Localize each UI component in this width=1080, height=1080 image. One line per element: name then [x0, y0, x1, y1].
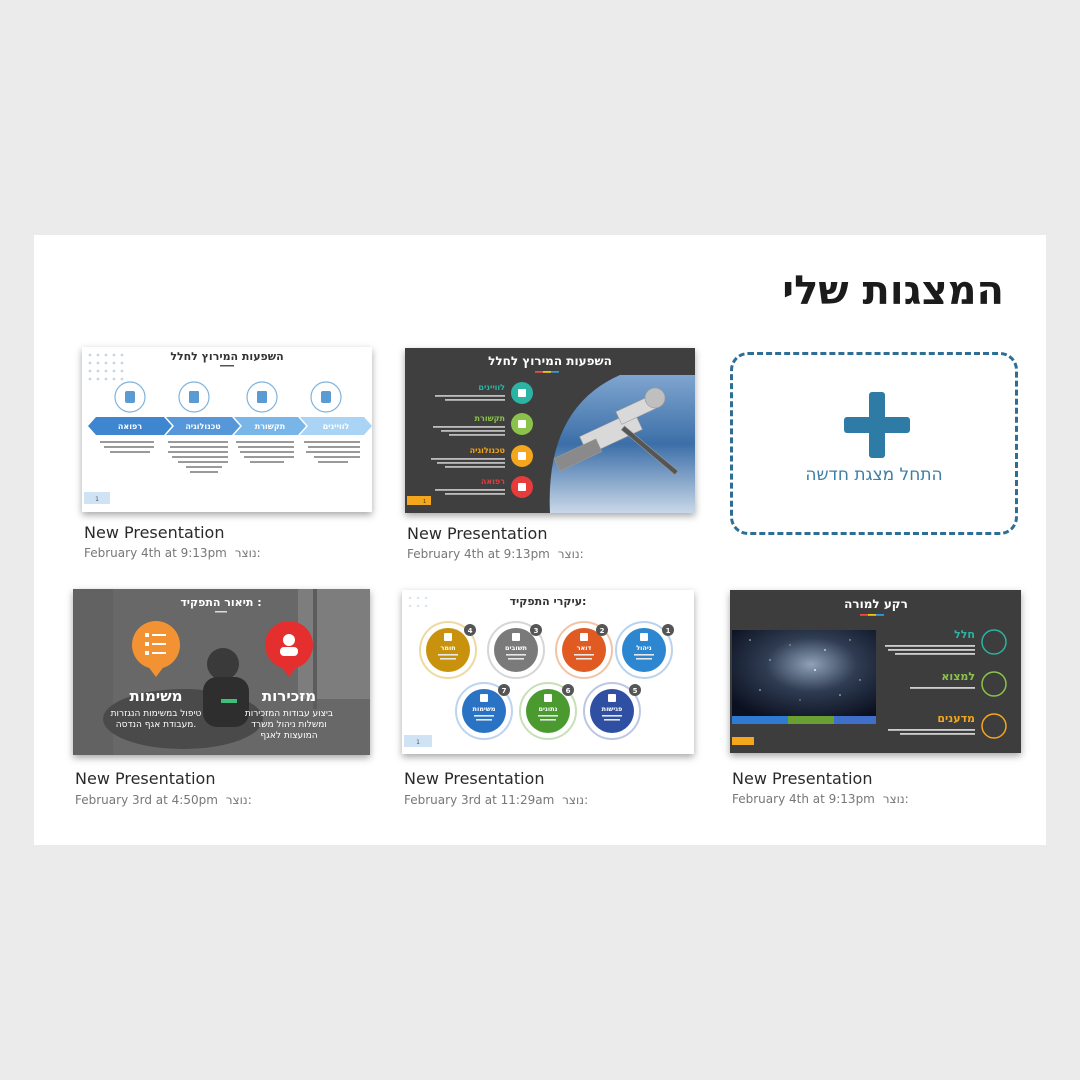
item-heading: לוויינים [478, 383, 505, 392]
slide-page-number: 1 [95, 496, 99, 503]
item-heading: מדענים [937, 712, 975, 725]
presentation-name[interactable]: New Presentation [75, 769, 215, 788]
circle-number: 6 [566, 687, 571, 695]
slide-preview-role: תיאור התפקיד : מזכירות ביצוע עבודות המזכ… [73, 589, 370, 755]
item-text: המועצות לאגף [260, 731, 317, 741]
arrow-label: תקשורת [255, 422, 285, 431]
circle-label: נתונים [538, 705, 557, 713]
slide-thumbnail[interactable]: תיאור התפקיד : מזכירות ביצוע עבודות המזכ… [73, 589, 370, 755]
item-text: טיפול במשימות הנגזרות [111, 709, 202, 719]
created-date: February 4th at 9:13pm [407, 547, 550, 561]
arrow-label: רפואה [118, 422, 142, 431]
item-heading: טכנולוגיה [470, 446, 505, 455]
created-date: February 4th at 9:13pm [84, 546, 227, 560]
presentation-created: February 4th at 9:13pm נוצר: [407, 547, 584, 561]
created-label: נוצר: [225, 793, 252, 807]
presentation-created: February 4th at 9:13pm נוצר: [732, 792, 909, 806]
circle-number: 4 [468, 627, 473, 635]
new-presentation-label: התחל מצגת חדשה [805, 465, 943, 485]
slide-thumbnail[interactable]: רקע למורה חלל למצוא מדענים [730, 590, 1021, 753]
created-date: February 3rd at 4:50pm [75, 793, 218, 807]
circle-label: חומר [440, 644, 455, 652]
circle-number: 7 [502, 687, 507, 695]
item-heading: משימות [130, 687, 183, 705]
presentation-name[interactable]: New Presentation [732, 769, 872, 788]
presentation-name[interactable]: New Presentation [404, 769, 544, 788]
item-heading: מזכירות [262, 687, 316, 705]
page-title: המצגות שלי [782, 268, 1004, 314]
item-heading: למצוא [941, 670, 975, 683]
slide-thumbnail[interactable]: השפעות המירוץ לחלל לוויינים תקשורת טכנול… [405, 348, 695, 513]
circle-label: ניהול [636, 644, 652, 652]
slide-title: תיאור התפקיד : [180, 596, 261, 609]
item-text: מעבודת אגף הנדסה. [116, 720, 196, 730]
slide-preview-galaxy: רקע למורה חלל למצוא מדענים [730, 590, 1021, 753]
presentation-name[interactable]: New Presentation [84, 523, 224, 542]
item-heading: רפואה [481, 477, 505, 486]
presentation-name[interactable]: New Presentation [407, 524, 547, 543]
circle-number: 2 [600, 627, 605, 635]
slide-title: השפעות המירוץ לחלל [488, 354, 612, 368]
slide-thumbnail[interactable]: עיקרי התפקיד: 1 2 3 4 5 6 7 ניהול דואר ת… [402, 590, 694, 754]
slide-title: עיקרי התפקיד: [510, 595, 587, 608]
presentation-created: February 4th at 9:13pm נוצר: [84, 546, 261, 560]
item-text: ביצוע עבודות המזכירות [245, 709, 333, 719]
plus-icon [844, 392, 910, 458]
item-text: ומשלות ניהול משרד [251, 720, 327, 730]
created-date: February 4th at 9:13pm [732, 792, 875, 806]
presentation-created: February 3rd at 4:50pm נוצר: [75, 793, 252, 807]
slide-title: רקע למורה [844, 597, 908, 611]
item-heading: תקשורת [475, 414, 505, 423]
circle-number: 1 [666, 627, 671, 635]
circle-label: משימות [473, 705, 496, 713]
circle-number: 3 [534, 627, 539, 635]
created-date: February 3rd at 11:29am [404, 793, 555, 807]
circle-number: 5 [633, 687, 638, 695]
slide-page-number: 1 [416, 739, 420, 746]
circle-label: דואר [577, 644, 592, 652]
slide-thumbnail[interactable]: השפעות המירוץ לחלל לוויינים תקשורת טכנול… [82, 347, 372, 512]
created-label: נוצר: [234, 546, 261, 560]
item-heading: חלל [954, 628, 975, 641]
created-label: נוצר: [562, 793, 589, 807]
circle-label: פגישות [602, 705, 623, 713]
slide-preview-arrows: השפעות המירוץ לחלל לוויינים תקשורת טכנול… [82, 347, 372, 512]
presentation-created: February 3rd at 11:29am נוצר: [404, 793, 588, 807]
arrow-label: טכנולוגיה [185, 422, 220, 431]
new-presentation-button[interactable]: התחל מצגת חדשה [730, 352, 1018, 535]
slide-page-number: 1 [423, 499, 426, 505]
arrow-label: לוויינים [323, 422, 350, 431]
slide-preview-circles: עיקרי התפקיד: 1 2 3 4 5 6 7 ניהול דואר ת… [402, 590, 694, 754]
created-label: נוצר: [557, 547, 584, 561]
slide-title: השפעות המירוץ לחלל [170, 350, 283, 363]
slide-preview-space: השפעות המירוץ לחלל לוויינים תקשורת טכנול… [405, 348, 695, 513]
circle-label: תשובים [505, 644, 527, 652]
created-label: נוצר: [882, 792, 909, 806]
